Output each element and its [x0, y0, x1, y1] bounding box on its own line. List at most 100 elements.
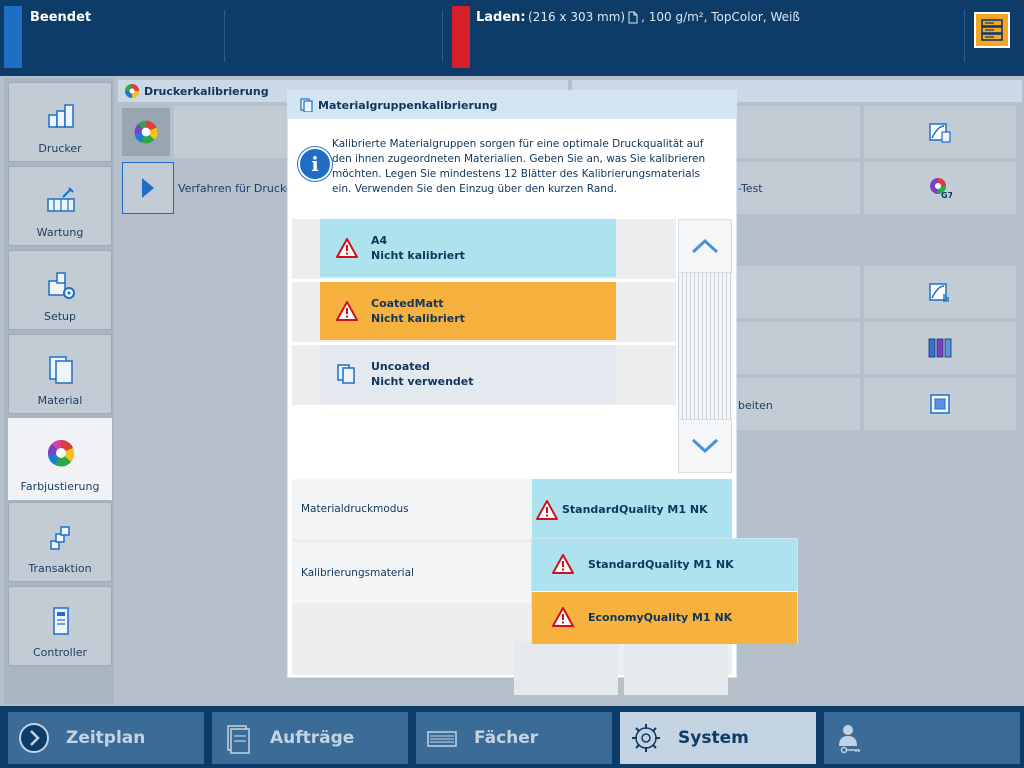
jobs-icon: [227, 725, 250, 754]
scroll-down-button[interactable]: [678, 419, 732, 473]
right-action-button[interactable]: [864, 106, 1016, 158]
nav-tab-trays[interactable]: Fächer: [416, 712, 612, 764]
section-title: Druckerkalibrierung: [144, 84, 269, 98]
print-mode-select[interactable]: StandardQuality M1 NK: [532, 479, 732, 539]
warning-icon: [336, 301, 358, 321]
gear-icon: [632, 724, 660, 752]
nav-item-printer[interactable]: Drucker: [8, 82, 112, 162]
chevron-down-icon: [691, 438, 719, 454]
right-row: [736, 266, 860, 318]
nav-item-transaction[interactable]: Transaktion: [8, 502, 112, 582]
item-name: CoatedMatt: [371, 297, 444, 310]
right-action-button[interactable]: [864, 322, 1016, 374]
status-indicator-blue: [4, 6, 22, 68]
list-scrollbar[interactable]: [678, 219, 732, 475]
nav-item-setup[interactable]: Setup: [8, 250, 112, 330]
dropdown-option-standard[interactable]: StandardQuality M1 NK: [532, 539, 797, 591]
left-navigation: Drucker Wartung Setup Material Farbjusti…: [4, 78, 114, 704]
procedure-label: Verfahren für Druckerk: [178, 182, 304, 195]
media-icon: [337, 364, 355, 384]
divider: [442, 10, 443, 62]
color-wheel-icon: [47, 440, 75, 467]
list-item-a4[interactable]: A4 Nicht kalibriert: [320, 219, 616, 277]
warning-icon: [552, 607, 574, 627]
nav-item-controller[interactable]: Controller: [8, 586, 112, 666]
item-status: Nicht kalibriert: [371, 312, 465, 325]
right-row-label: -Test: [738, 182, 763, 195]
curve-media-icon: [929, 123, 951, 143]
item-status: Nicht verwendet: [371, 375, 474, 388]
calibration-thumbnail[interactable]: [122, 108, 170, 156]
warning-icon: [552, 554, 574, 574]
sheet-icon: [628, 11, 638, 23]
print-mode-label: Materialdruckmodus: [301, 503, 409, 515]
user-key-icon: [839, 725, 860, 754]
nav-tab-label: Zeitplan: [66, 728, 146, 748]
nav-label: Transaktion: [28, 562, 92, 575]
curve-touch-icon: [929, 283, 949, 302]
warning-icon: [336, 238, 358, 258]
controller-icon: [53, 607, 69, 635]
top-status-bar: Beendet Laden: (216 x 303 mm) , 100 g/m²…: [0, 0, 1024, 76]
nav-tab-label: Aufträge: [270, 728, 355, 748]
right-row: [736, 322, 860, 374]
media-icon: [49, 356, 73, 384]
dialog-button[interactable]: [624, 641, 728, 695]
dialog-title: Materialgruppenkalibrierung: [318, 98, 498, 112]
nav-item-maintenance[interactable]: Wartung: [8, 166, 112, 246]
item-status: Nicht kalibriert: [371, 249, 465, 262]
scroll-track[interactable]: [678, 273, 732, 419]
right-action-button[interactable]: [864, 378, 1016, 430]
media-icon: [300, 98, 313, 112]
color-wheel-icon: [134, 120, 158, 144]
status-indicator-red: [452, 6, 470, 68]
printer-status-text: Beendet: [30, 10, 92, 25]
nav-label: Drucker: [38, 142, 82, 155]
media-group-list: A4 Nicht kalibriert CoatedMatt Nicht kal…: [292, 219, 732, 479]
transaction-icon: [50, 526, 70, 550]
load-label: Laden:: [476, 10, 526, 25]
nav-tab-user[interactable]: [824, 712, 1020, 764]
scroll-up-button[interactable]: [678, 219, 732, 273]
nav-item-media[interactable]: Material: [8, 334, 112, 414]
maintenance-icon: [47, 187, 75, 212]
chevron-up-icon: [691, 238, 719, 254]
g7-test-button[interactable]: G7: [864, 162, 1016, 214]
svg-text:G7: G7: [941, 191, 952, 200]
print-mode-dropdown: StandardQuality M1 NK EconomyQuality M1 …: [531, 538, 798, 644]
nav-item-color-adjustment[interactable]: Farbjustierung: [8, 418, 112, 500]
schedule-icon: [19, 723, 49, 753]
dropdown-option-label: StandardQuality M1 NK: [588, 558, 734, 571]
server-icon: [981, 19, 1003, 41]
item-name: A4: [371, 234, 388, 247]
list-item-uncoated[interactable]: Uncoated Nicht verwendet: [320, 345, 616, 403]
dropdown-option-label: EconomyQuality M1 NK: [588, 611, 733, 624]
dropdown-option-economy[interactable]: EconomyQuality M1 NK: [532, 592, 797, 644]
g7-icon: G7: [930, 178, 952, 200]
nav-tab-label: System: [678, 728, 749, 748]
bottom-navigation: Zeitplan Aufträge Fächer System: [0, 706, 1024, 768]
nav-label: Wartung: [36, 226, 84, 239]
nav-tab-label: Fächer: [474, 728, 539, 748]
load-dimensions: (216 x 303 mm): [528, 10, 626, 24]
nav-tab-jobs[interactable]: Aufträge: [212, 712, 408, 764]
color-bars-icon: [928, 338, 952, 358]
nav-label: Farbjustierung: [20, 480, 100, 493]
nav-tab-schedule[interactable]: Zeitplan: [8, 712, 204, 764]
right-action-button[interactable]: [864, 266, 1016, 318]
nav-tab-system[interactable]: System: [620, 712, 816, 764]
setup-icon: [48, 272, 75, 299]
dialog-button[interactable]: [514, 641, 618, 695]
divider: [224, 10, 225, 62]
item-name: Uncoated: [371, 360, 430, 373]
server-button[interactable]: [974, 12, 1010, 48]
list-item-coatedmatt[interactable]: CoatedMatt Nicht kalibriert: [320, 282, 616, 340]
load-properties: , 100 g/m², TopColor, Weiß: [641, 10, 800, 24]
right-row: [736, 106, 860, 158]
trays-icon: [427, 731, 457, 747]
info-text: Kalibrierte Materialgruppen sorgen für e…: [332, 138, 706, 195]
warning-icon: [536, 500, 558, 520]
start-procedure-button[interactable]: [122, 162, 174, 214]
nav-label: Setup: [43, 310, 77, 323]
dialog-title-bar: Materialgruppenkalibrierung: [288, 91, 736, 119]
